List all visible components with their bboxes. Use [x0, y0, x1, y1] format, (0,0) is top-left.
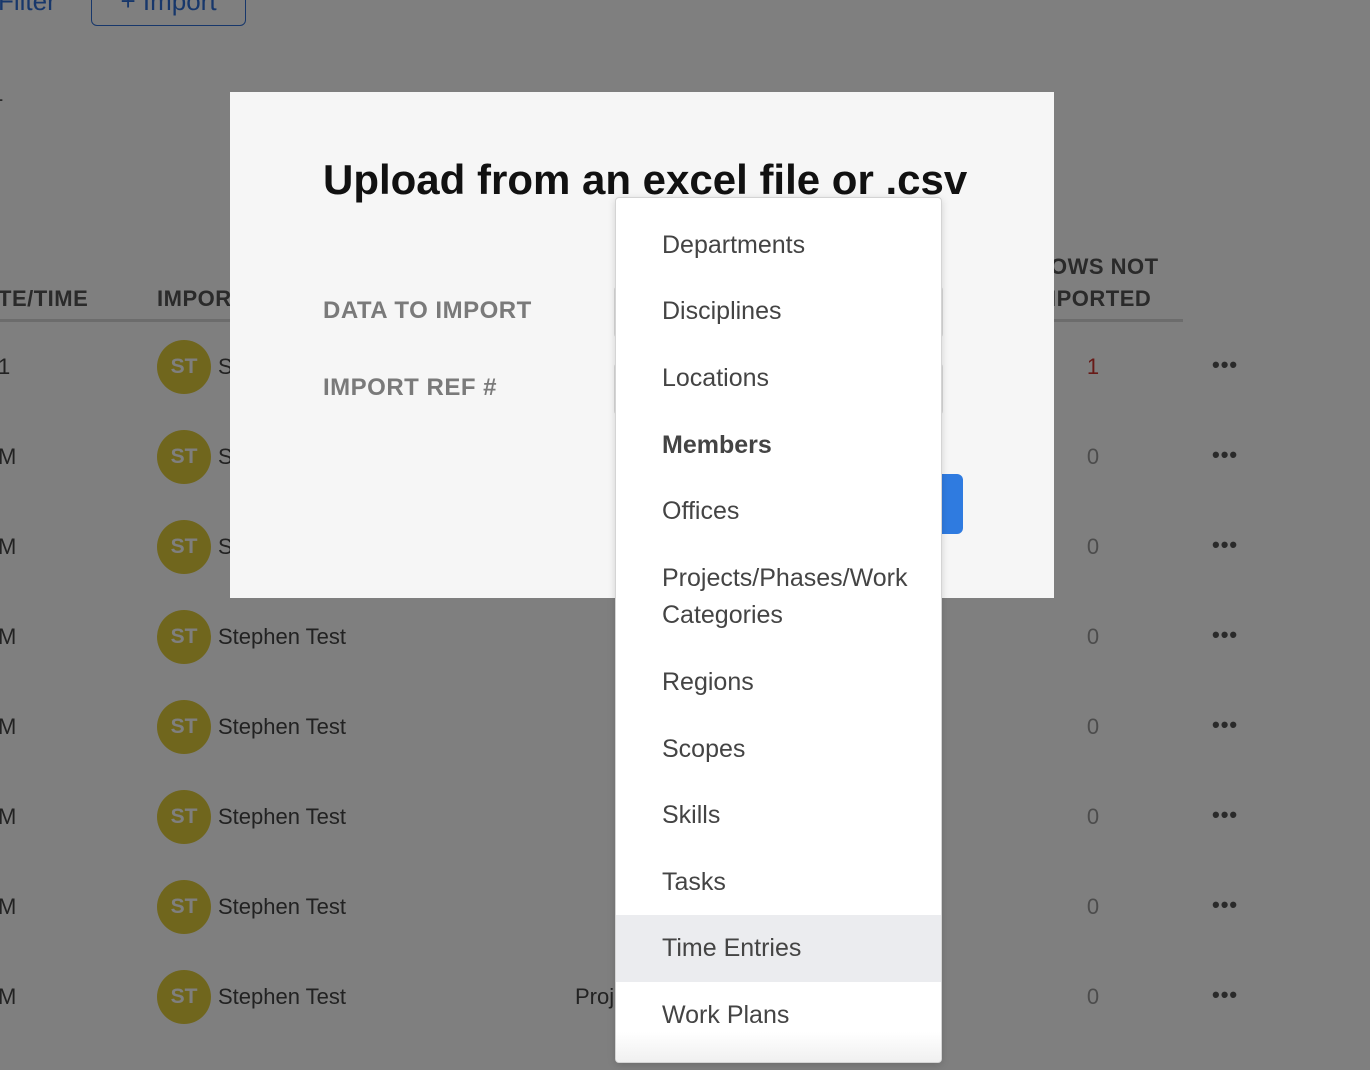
data-type-dropdown: Departments Disciplines Locations Member… — [615, 197, 942, 1063]
option-members[interactable]: Members — [616, 427, 941, 464]
option-locations[interactable]: Locations — [616, 360, 941, 397]
option-time-entries[interactable]: Time Entries — [616, 915, 941, 982]
import-ref-label: IMPORT REF # — [323, 374, 498, 401]
option-skills[interactable]: Skills — [616, 797, 941, 834]
option-departments[interactable]: Departments — [616, 227, 941, 264]
option-tasks[interactable]: Tasks — [616, 864, 941, 901]
option-regions[interactable]: Regions — [616, 664, 941, 701]
dropdown-scroll-fade — [616, 1032, 941, 1062]
option-work-plans[interactable]: Work Plans — [616, 997, 941, 1034]
data-to-import-label: DATA TO IMPORT — [323, 297, 532, 324]
option-scopes[interactable]: Scopes — [616, 731, 941, 768]
option-disciplines[interactable]: Disciplines — [616, 293, 941, 330]
option-projects-phases-work-categories[interactable]: Projects/Phases/Work Categories — [616, 560, 941, 634]
option-offices[interactable]: Offices — [616, 493, 941, 530]
